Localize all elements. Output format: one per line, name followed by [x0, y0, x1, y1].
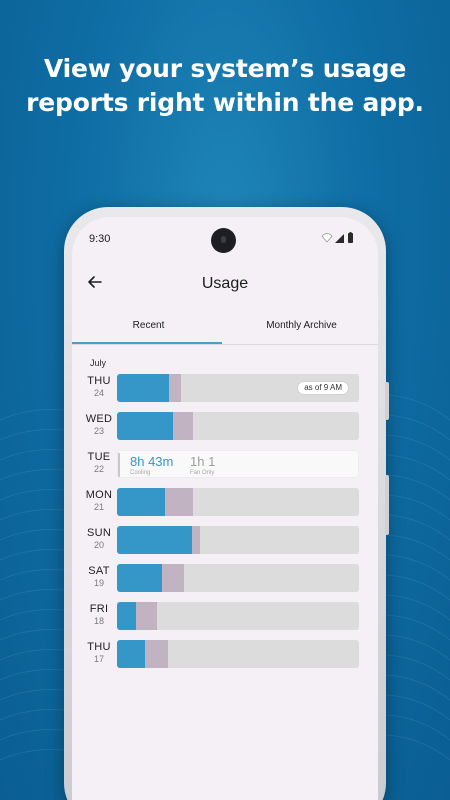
usage-list: THU 24 as of 9 AM WED 23 TUE 22 8h 43m C…: [82, 373, 362, 677]
usage-bar: [117, 640, 359, 668]
marketing-headline: View your system’s usage reports right w…: [0, 52, 450, 120]
as-of-badge: as of 9 AM: [297, 381, 349, 395]
day-label: WED 23: [82, 413, 116, 436]
usage-row-selected[interactable]: TUE 22 8h 43m Cooling 1h 1 Fan Only: [82, 449, 362, 479]
day-label: SAT 19: [82, 565, 116, 588]
day-of-week: WED: [85, 413, 113, 425]
usage-row[interactable]: THU 24 as of 9 AM: [82, 373, 362, 403]
day-label: THU 24: [82, 375, 116, 398]
usage-row[interactable]: THU 17: [82, 639, 362, 669]
cooling-summary: 8h 43m Cooling: [130, 454, 173, 476]
cooling-segment: [117, 526, 193, 554]
tab-monthly-archive[interactable]: Monthly Archive: [225, 313, 378, 345]
day-label: THU 17: [82, 641, 116, 664]
fan-only-segment: [161, 564, 184, 592]
status-icons: [321, 232, 353, 243]
usage-detail: 8h 43m Cooling 1h 1 Fan Only: [117, 450, 359, 478]
phone-mockup: 9:30 Usage Recent Monthly Archive July T…: [64, 207, 389, 800]
phone-volume-button: [385, 382, 389, 420]
fan-only-segment: [136, 602, 157, 630]
day-label: TUE 22: [82, 451, 116, 474]
usage-row[interactable]: MON 21: [82, 487, 362, 517]
signal-icon: [335, 234, 344, 243]
fan-only-summary: 1h 1 Fan Only: [190, 454, 215, 476]
day-date: 18: [93, 616, 104, 626]
selected-tab-indicator: [72, 342, 222, 344]
front-camera: [211, 228, 236, 253]
battery-icon: [348, 233, 353, 243]
usage-bar: [117, 564, 359, 592]
day-label: FRI 18: [82, 603, 116, 626]
day-of-week: TUE: [87, 451, 111, 463]
usage-row[interactable]: SUN 20: [82, 525, 362, 555]
day-date: 21: [93, 502, 104, 512]
status-bar: 9:30: [72, 217, 378, 261]
usage-bar: as of 9 AM: [117, 374, 359, 402]
usage-row[interactable]: SAT 19: [82, 563, 362, 593]
app-bar: Usage: [72, 261, 378, 313]
day-date: 19: [93, 578, 104, 588]
usage-bar: [117, 412, 359, 440]
tab-bar: Recent Monthly Archive: [72, 313, 378, 345]
usage-row[interactable]: FRI 18: [82, 601, 362, 631]
cooling-segment: [117, 412, 173, 440]
cooling-segment: [117, 374, 170, 402]
fan-only-segment: [144, 640, 168, 668]
cooling-label: Cooling: [130, 470, 151, 476]
fan-only-segment: [192, 526, 201, 554]
day-date: 22: [93, 464, 104, 474]
day-date: 23: [93, 426, 104, 436]
usage-bar: [117, 526, 359, 554]
day-label: MON 21: [82, 489, 116, 512]
fan-only-duration: 1h 1: [190, 454, 216, 469]
page-title: Usage: [201, 275, 249, 292]
month-label: July: [90, 358, 107, 368]
headline-line-2: reports right within the app.: [26, 88, 424, 117]
cooling-segment: [117, 602, 137, 630]
day-of-week: THU: [87, 375, 111, 387]
cooling-segment: [117, 564, 162, 592]
status-time: 9:30: [89, 233, 111, 245]
tab-recent[interactable]: Recent: [72, 313, 225, 345]
wifi-icon: [321, 233, 333, 243]
day-of-week: SAT: [88, 565, 110, 577]
cooling-segment: [117, 640, 145, 668]
usage-row[interactable]: WED 23: [82, 411, 362, 441]
day-of-week: SUN: [86, 527, 112, 539]
day-date: 17: [93, 654, 104, 664]
day-date: 20: [93, 540, 104, 550]
phone-power-button: [385, 475, 389, 535]
usage-bar: [117, 602, 359, 630]
fan-only-segment: [172, 412, 194, 440]
cooling-segment: [117, 488, 166, 516]
fan-only-segment: [169, 374, 182, 402]
fan-only-segment: [165, 488, 194, 516]
usage-bar: [117, 488, 359, 516]
day-of-week: FRI: [89, 603, 109, 615]
cooling-duration: 8h 43m: [130, 454, 174, 469]
day-label: SUN 20: [82, 527, 116, 550]
phone-screen: 9:30 Usage Recent Monthly Archive July T…: [72, 217, 378, 800]
headline-line-1: View your system’s usage: [43, 54, 407, 83]
day-date: 24: [93, 388, 104, 398]
day-of-week: MON: [85, 489, 113, 501]
day-of-week: THU: [87, 641, 111, 653]
fan-only-label: Fan Only: [190, 470, 215, 476]
